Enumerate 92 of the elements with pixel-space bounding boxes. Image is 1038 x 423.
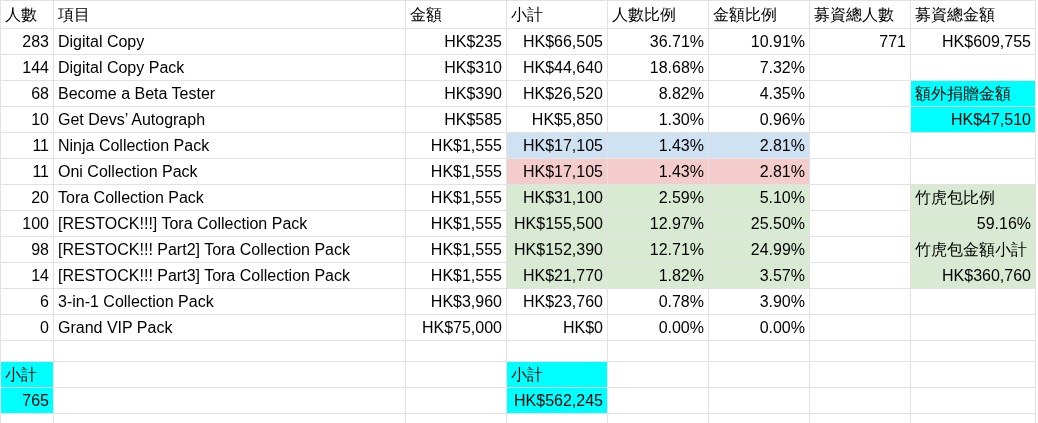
table-cell: 20 [0,184,54,211]
column-header: 人數 [0,0,54,29]
table-cell: 小計 [0,361,54,388]
table-cell: HK$152,390 [506,236,608,263]
table-cell: Ninja Collection Pack [53,132,406,159]
table-cell: 1.43% [607,158,709,185]
table-cell: 98 [0,236,54,263]
table-cell: HK$17,105 [506,158,608,185]
table-cell: 3-in-1 Collection Pack [53,288,406,315]
table-cell: 竹虎包比例 [910,184,1036,211]
table-cell: 1.82% [607,262,709,289]
table-cell: 額外捐贈金額 [910,80,1036,107]
table-cell: 11 [0,132,54,159]
table-cell: Digital Copy [53,28,406,55]
table-cell: 3.57% [708,262,810,289]
table-cell: HK$5,850 [506,106,608,133]
table-cell: 283 [0,28,54,55]
table-cell: 36.71% [607,28,709,55]
table-cell: HK$26,520 [506,80,608,107]
table-cell: HK$1,555 [405,262,507,289]
table-cell: 12.71% [607,236,709,263]
table-cell: [RESTOCK!!! Part3] Tora Collection Pack [53,262,406,289]
column-header: 小計 [506,0,608,29]
table-cell: HK$390 [405,80,507,107]
table-cell: HK$310 [405,54,507,81]
table-cell: Digital Copy Pack [53,54,406,81]
table-cell: 6 [0,288,54,315]
table-cell: HK$0 [506,314,608,341]
table-cell: 2.81% [708,158,810,185]
table-cell: HK$1,555 [405,132,507,159]
table-cell: HK$1,555 [405,184,507,211]
column-header: 項目 [53,0,406,29]
table-cell: 100 [0,210,54,237]
table-cell: HK$609,755 [910,28,1036,55]
table-cell: 0.00% [708,314,810,341]
table-cell: HK$1,555 [405,158,507,185]
table-cell: 小計 [506,361,608,388]
table-cell: Oni Collection Pack [53,158,406,185]
table-cell: HK$3,960 [405,288,507,315]
table-cell: 7.32% [708,54,810,81]
table-cell: Become a Beta Tester [53,80,406,107]
table-cell: 4.35% [708,80,810,107]
table-cell: HK$235 [405,28,507,55]
table-cell: HK$155,500 [506,210,608,237]
table-cell: 3.90% [708,288,810,315]
table-cell: HK$585 [405,106,507,133]
table-cell: 24.99% [708,236,810,263]
table-cell: 0.78% [607,288,709,315]
table-cell: 2.81% [708,132,810,159]
table-cell: 59.16% [910,210,1036,237]
table-cell: HK$360,760 [910,262,1036,289]
table-cell: Grand VIP Pack [53,314,406,341]
table-cell: 2.59% [607,184,709,211]
table-cell: 1.30% [607,106,709,133]
table-cell: [RESTOCK!!! Part2] Tora Collection Pack [53,236,406,263]
table-cell: 144 [0,54,54,81]
table-cell: 68 [0,80,54,107]
table-cell: HK$75,000 [405,314,507,341]
table-cell: HK$23,760 [506,288,608,315]
column-header: 人數比例 [607,0,709,29]
table-cell: 14 [0,262,54,289]
table-cell: HK$47,510 [910,106,1036,133]
table-cell: 25.50% [708,210,810,237]
table-cell: HK$66,505 [506,28,608,55]
table-cell: 1.43% [607,132,709,159]
table-cell: HK$44,640 [506,54,608,81]
table-cell: HK$1,555 [405,210,507,237]
column-header: 募資總金額 [910,0,1036,29]
table-cell: 10.91% [708,28,810,55]
table-cell: 0.00% [607,314,709,341]
table-cell: Tora Collection Pack [53,184,406,211]
table-cell: 0 [0,314,54,341]
table-cell: [RESTOCK!!!] Tora Collection Pack [53,210,406,237]
table-cell: 5.10% [708,184,810,211]
table-cell: 765 [0,387,54,414]
column-header: 募資總人數 [809,0,911,29]
table-cell: HK$21,770 [506,262,608,289]
table-cell: 0.96% [708,106,810,133]
table-cell: 竹虎包金額小計 [910,236,1036,263]
table-cell: 18.68% [607,54,709,81]
column-header: 金額比例 [708,0,810,29]
table-cell: 10 [0,106,54,133]
table-cell: HK$17,105 [506,132,608,159]
table-cell: 771 [809,28,911,55]
table-cell: 8.82% [607,80,709,107]
table-cell: 12.97% [607,210,709,237]
table-cell: HK$31,100 [506,184,608,211]
table-cell: HK$1,555 [405,236,507,263]
column-header: 金額 [405,0,507,29]
table-cell: 11 [0,158,54,185]
table-cell: HK$562,245 [506,387,608,414]
table-cell: Get Devs’ Autograph [53,106,406,133]
